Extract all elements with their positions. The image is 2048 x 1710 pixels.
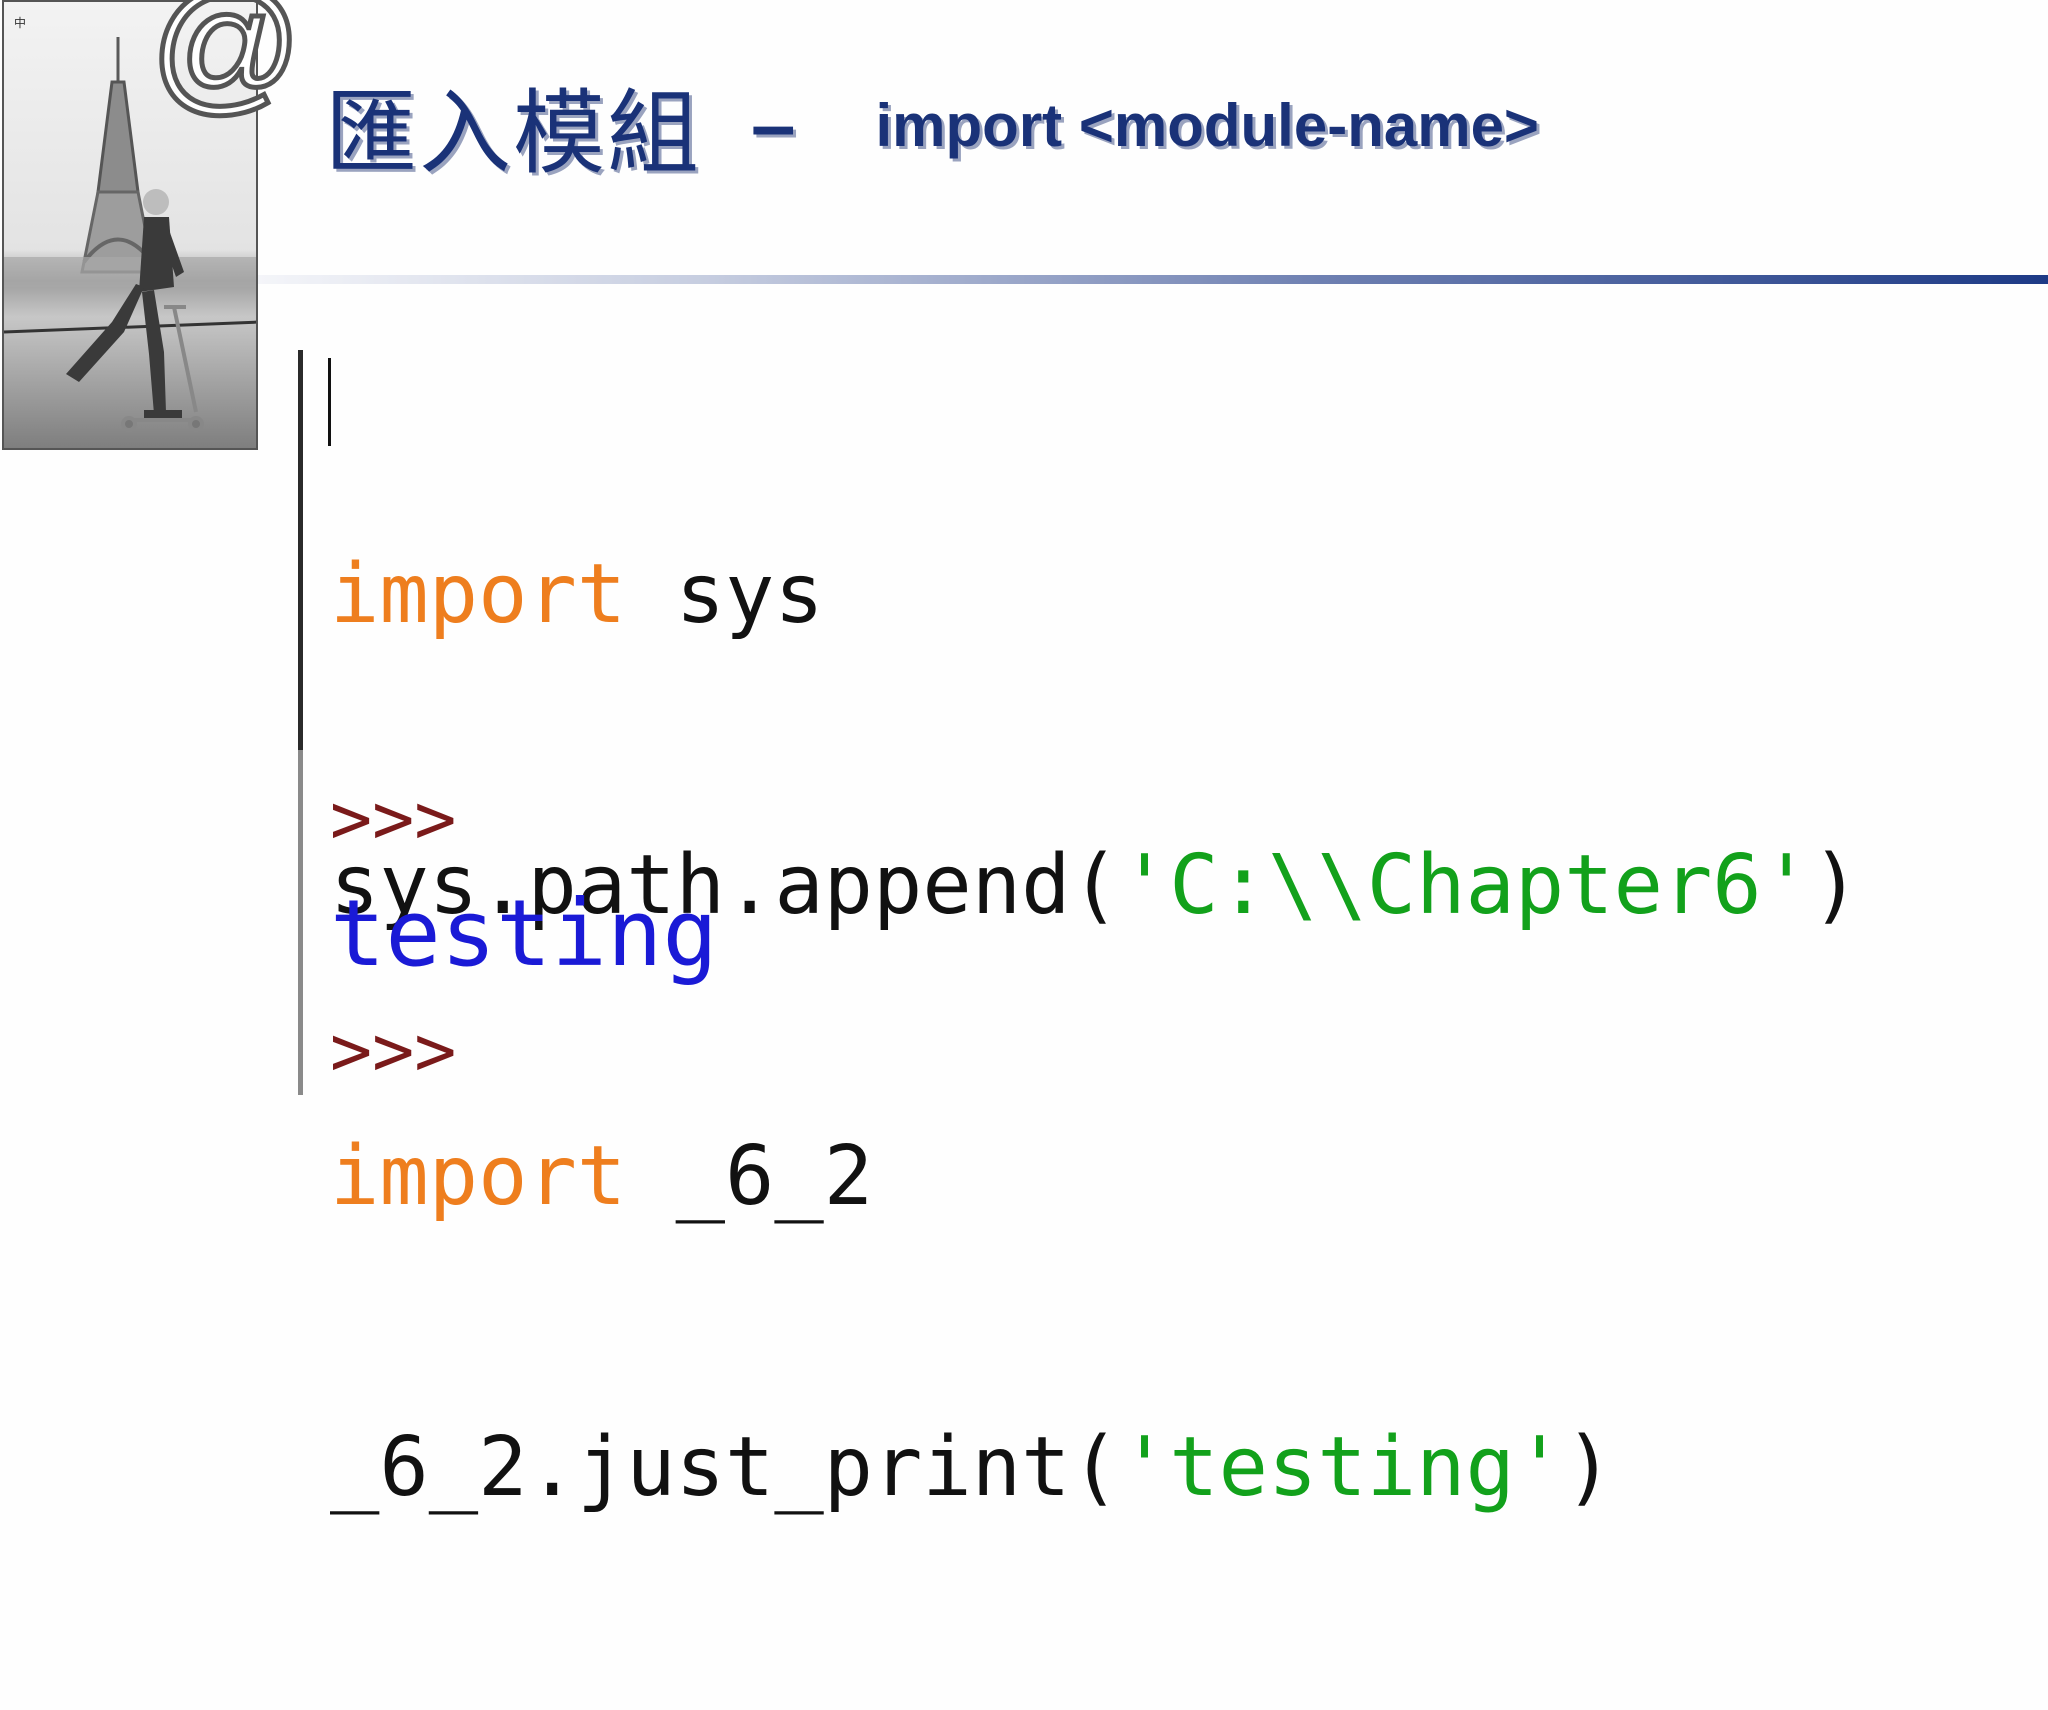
title-chinese: 匯入模組 xyxy=(325,79,702,187)
code-text: sys xyxy=(626,547,824,642)
shell-left-border xyxy=(298,750,303,1095)
title-english: import <module-name> xyxy=(875,91,1539,159)
shell-output: testing xyxy=(330,880,718,987)
code-line-1: import sys xyxy=(330,546,1860,643)
code-line-3: import _6_2 xyxy=(330,1128,1860,1225)
code-text: _6_2 xyxy=(626,1129,874,1224)
slide: 中 @ 匯入模組 – import <module-name> import s… xyxy=(0,0,2048,1536)
keyword: import xyxy=(330,1129,627,1224)
slide-title: 匯入模組 – import <module-name> xyxy=(325,70,1539,187)
at-sign-logo: @ xyxy=(147,0,304,127)
corner-mark: 中 xyxy=(14,16,27,30)
code-block: import sys sys.path.append('C:\\Chapter6… xyxy=(330,352,1860,1710)
string-literal: 'testing' xyxy=(1119,1420,1565,1515)
code-line-4: _6_2.just_print('testing') xyxy=(330,1419,1860,1516)
code-left-border xyxy=(298,350,303,750)
title-dash: – xyxy=(751,80,796,169)
code-text: ) xyxy=(1811,838,1861,933)
shell-prompt-1: >>> xyxy=(330,778,457,860)
string-literal: 'C:\\Chapter6' xyxy=(1119,838,1812,933)
title-divider xyxy=(258,275,2048,284)
code-text: _6_2.just_print( xyxy=(330,1420,1120,1515)
shell-prompt-2: >>> xyxy=(330,1010,457,1092)
keyword: import xyxy=(330,547,627,642)
code-text: ) xyxy=(1564,1420,1614,1515)
